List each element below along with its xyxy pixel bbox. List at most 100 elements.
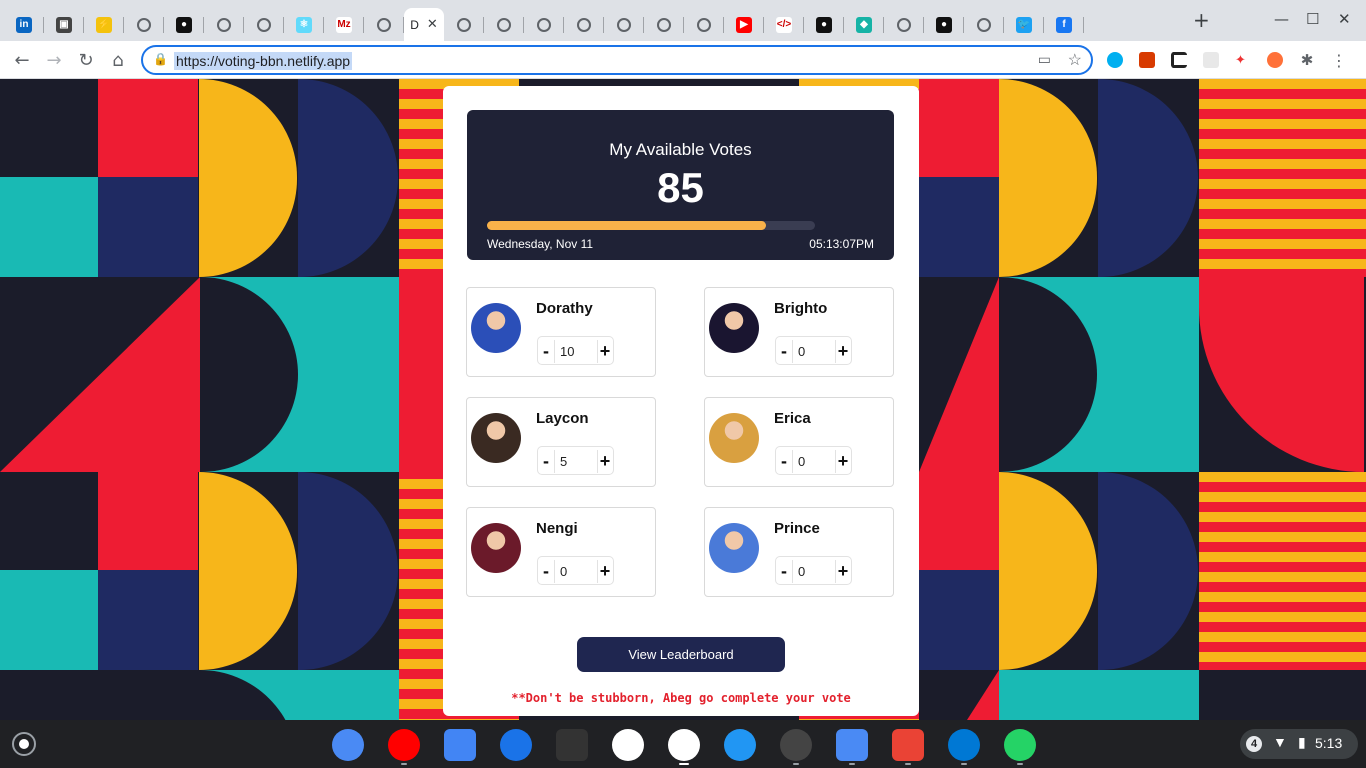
tab-16[interactable] [644, 8, 684, 41]
home-icon[interactable]: ⌂ [107, 49, 129, 71]
tab-14[interactable] [564, 8, 604, 41]
lock-icon[interactable]: 🔒 [153, 52, 168, 66]
vote-stepper: -10 + [537, 336, 614, 365]
docs-icon[interactable] [444, 729, 476, 761]
tab-8[interactable]: Mz [324, 8, 364, 41]
bookmark-star-icon[interactable]: ☆ [1068, 50, 1082, 70]
firefox-extension-icon[interactable] [1267, 52, 1283, 68]
cast-icon[interactable]: ▭ [1038, 51, 1051, 68]
files-icon[interactable] [836, 729, 868, 761]
tab-3[interactable] [124, 8, 164, 41]
tab-11[interactable] [444, 8, 484, 41]
address-bar[interactable]: 🔒 https://voting-bbn.netlify.app ▭ ☆ [141, 45, 1093, 75]
text-icon[interactable] [556, 729, 588, 761]
launcher-icon[interactable] [12, 732, 36, 756]
tab-7[interactable]: ⚛ [284, 8, 324, 41]
tab-20[interactable]: ● [804, 8, 844, 41]
tab-2[interactable]: ⚡ [84, 8, 124, 41]
url-text[interactable]: https://voting-bbn.netlify.app [174, 52, 353, 70]
increment-vote-button[interactable]: + [597, 559, 613, 583]
view-leaderboard-button[interactable]: View Leaderboard [577, 637, 785, 672]
tab-18[interactable]: ▶ [724, 8, 764, 41]
office-extension-icon[interactable] [1139, 52, 1155, 68]
close-tab-icon[interactable]: ✕ [427, 17, 438, 32]
reload-icon[interactable]: ↻ [75, 49, 97, 71]
facebook-icon: f [1056, 16, 1072, 33]
notification-count-badge[interactable]: 4 [1246, 736, 1262, 752]
globe-icon [137, 17, 151, 32]
tab-23[interactable]: ● [924, 8, 964, 41]
terminal-icon[interactable] [780, 729, 812, 761]
decrement-vote-button[interactable]: - [538, 449, 554, 473]
candidate-name: Nengi [536, 520, 578, 537]
extension-sparkle-icon[interactable]: ✦ [1235, 52, 1251, 68]
back-icon[interactable]: ← [11, 49, 33, 71]
tab-4[interactable]: ● [164, 8, 204, 41]
decrement-vote-button[interactable]: - [776, 339, 792, 363]
tab-5[interactable] [204, 8, 244, 41]
whatsapp-icon[interactable] [1004, 729, 1036, 761]
tab-15[interactable] [604, 8, 644, 41]
screencast-icon[interactable] [892, 729, 924, 761]
briefcase-icon: ▣ [56, 16, 72, 33]
tab-6[interactable] [244, 8, 284, 41]
tab-9[interactable] [364, 8, 404, 41]
vote-count-input[interactable]: 0 [792, 560, 836, 583]
globe-icon [217, 17, 231, 32]
github-icon: ● [936, 16, 952, 33]
skype-extension-icon[interactable] [1107, 52, 1123, 68]
vote-stepper: -0 + [775, 556, 852, 585]
tab-21[interactable]: ◆ [844, 8, 884, 41]
decrement-vote-button[interactable]: - [776, 449, 792, 473]
extension-c-icon[interactable] [1171, 52, 1187, 68]
close-window-icon[interactable]: ✕ [1338, 10, 1351, 28]
menu-kebab-icon[interactable]: ⋮ [1328, 49, 1350, 71]
increment-vote-button[interactable]: + [835, 449, 851, 473]
browser-toolbar: ← → ↻ ⌂ 🔒 https://voting-bbn.netlify.app… [0, 41, 1366, 79]
vote-count-input[interactable]: 0 [792, 450, 836, 473]
increment-vote-button[interactable]: + [835, 559, 851, 583]
increment-vote-button[interactable]: + [835, 339, 851, 363]
settings-icon[interactable] [332, 729, 364, 761]
tab-17[interactable] [684, 8, 724, 41]
candidate-avatar [709, 303, 759, 353]
tab-25[interactable]: 🐦 [1004, 8, 1044, 41]
extension-grid-icon[interactable] [1203, 52, 1219, 68]
tab-22[interactable] [884, 8, 924, 41]
maps-icon[interactable] [724, 729, 756, 761]
bg-block [98, 570, 198, 670]
decrement-vote-button[interactable]: - [538, 559, 554, 583]
minimize-icon[interactable]: — [1274, 10, 1289, 28]
maximize-icon[interactable]: ☐ [1306, 10, 1319, 28]
new-tab-icon[interactable]: + [1193, 8, 1210, 32]
increment-vote-button[interactable]: + [597, 449, 613, 473]
tab-24[interactable] [964, 8, 1004, 41]
globe-icon [377, 17, 391, 32]
github-icon: ● [816, 16, 832, 33]
youtube-icon[interactable] [388, 729, 420, 761]
tab-0[interactable]: in [4, 8, 44, 41]
vote-count-input[interactable]: 0 [554, 560, 598, 583]
status-tray[interactable]: 4 ▼ ▮ 5:13 [1240, 729, 1358, 759]
tab-13[interactable] [524, 8, 564, 41]
increment-vote-button[interactable]: + [597, 339, 613, 363]
vote-count-input[interactable]: 10 [554, 340, 598, 363]
tab-1[interactable]: ▣ [44, 8, 84, 41]
vote-count-input[interactable]: 5 [554, 450, 598, 473]
messages-icon[interactable] [500, 729, 532, 761]
tab-active[interactable]: D ✕ [404, 8, 444, 41]
tab-12[interactable] [484, 8, 524, 41]
gmail-icon[interactable] [612, 729, 644, 761]
vscode-icon[interactable] [948, 729, 980, 761]
decrement-vote-button[interactable]: - [776, 559, 792, 583]
bg-block [0, 570, 98, 670]
tab-19[interactable]: </> [764, 8, 804, 41]
vote-count-input[interactable]: 0 [792, 340, 836, 363]
decrement-vote-button[interactable]: - [538, 339, 554, 363]
bg-block [98, 177, 198, 277]
puzzle-icon[interactable]: ✱ [1296, 49, 1318, 71]
forward-icon[interactable]: → [43, 49, 65, 71]
chrome-icon[interactable] [668, 729, 700, 761]
candidate-card: Dorathy -10 + [466, 287, 656, 377]
tab-26[interactable]: f [1044, 8, 1084, 41]
